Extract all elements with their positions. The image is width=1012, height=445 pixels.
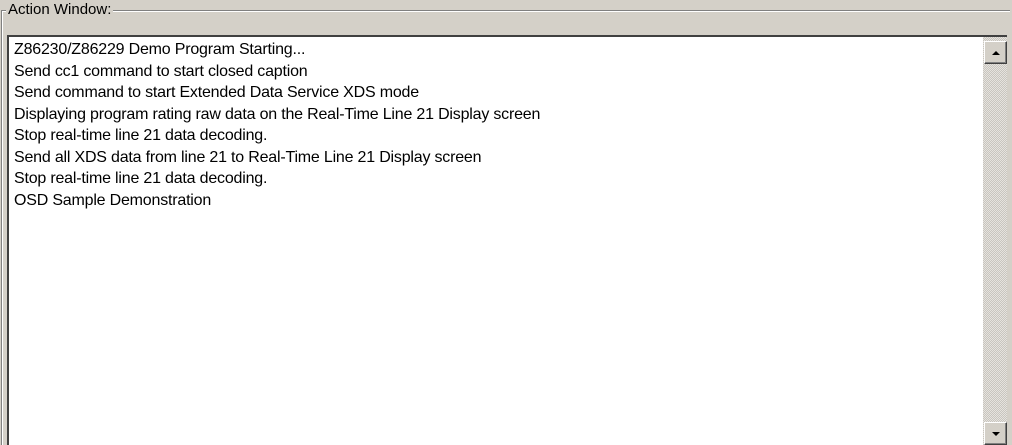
action-log-listbox[interactable]: Z86230/Z86229 Demo Program Starting... S… <box>7 35 1007 445</box>
action-log-lines: Z86230/Z86229 Demo Program Starting... S… <box>14 39 977 211</box>
log-line[interactable]: Stop real-time line 21 data decoding. <box>14 125 977 147</box>
action-window-title: Action Window: <box>6 1 114 18</box>
arrow-down-icon <box>991 431 1000 436</box>
scroll-down-button[interactable] <box>984 422 1007 445</box>
action-window-panel: Action Window: Z86230/Z86229 Demo Progra… <box>0 0 1012 445</box>
log-line[interactable]: Displaying program rating raw data on th… <box>14 104 977 126</box>
vertical-scrollbar[interactable] <box>983 37 1007 445</box>
log-line[interactable]: Send command to start Extended Data Serv… <box>14 82 977 104</box>
log-line[interactable]: Z86230/Z86229 Demo Program Starting... <box>14 39 977 61</box>
scroll-up-button[interactable] <box>984 41 1007 64</box>
log-line[interactable]: Stop real-time line 21 data decoding. <box>14 168 977 190</box>
log-line[interactable]: Send all XDS data from line 21 to Real-T… <box>14 147 977 169</box>
log-line[interactable]: Send cc1 command to start closed caption <box>14 61 977 83</box>
log-line[interactable]: OSD Sample Demonstration <box>14 190 977 212</box>
arrow-up-icon <box>991 50 1000 55</box>
